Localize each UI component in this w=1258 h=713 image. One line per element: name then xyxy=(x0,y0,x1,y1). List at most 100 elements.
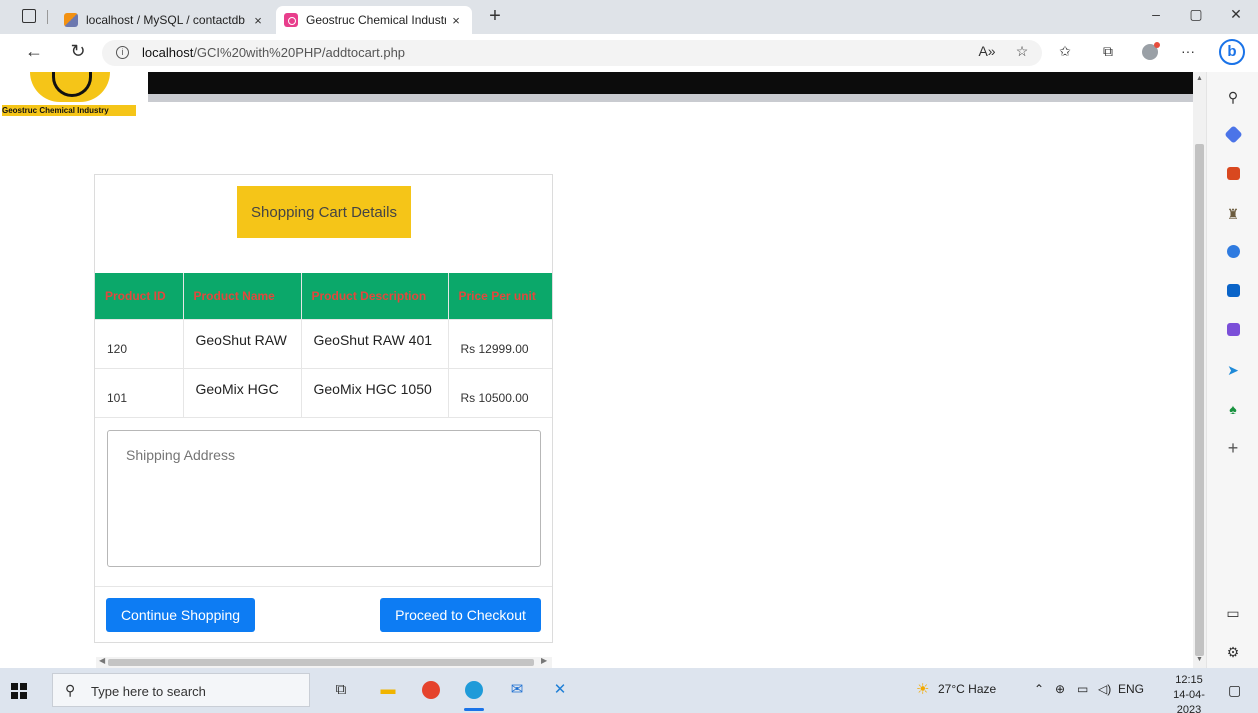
games-icon[interactable]: ♜ xyxy=(1224,205,1242,223)
phpmyadmin-favicon-icon xyxy=(64,13,78,27)
collections-icon[interactable]: ⧉ xyxy=(1097,43,1119,60)
panel-icon[interactable]: ▭ xyxy=(1224,604,1242,622)
cell-product-id: 101 xyxy=(95,367,184,417)
bing-chat-icon[interactable]: b xyxy=(1219,39,1245,65)
outlook-icon[interactable] xyxy=(1224,283,1242,301)
close-window-button[interactable]: ✕ xyxy=(1216,6,1256,23)
cell-price: Rs 10500.00 xyxy=(448,367,552,417)
new-tab-button[interactable]: + xyxy=(484,5,506,28)
divider xyxy=(95,586,552,587)
restore-button[interactable]: ▢ xyxy=(1176,6,1216,23)
weather-icon[interactable]: ☀ xyxy=(916,680,929,698)
scroll-down-icon[interactable]: ▼ xyxy=(1196,656,1203,663)
site-header-bar xyxy=(148,72,1193,94)
continue-shopping-button[interactable]: Continue Shopping xyxy=(106,598,255,632)
shipping-address-field[interactable] xyxy=(107,430,541,567)
task-view-icon[interactable]: ⧉ xyxy=(328,677,354,703)
taskbar-search-placeholder: Type here to search xyxy=(91,684,206,699)
vertical-scroll-thumb[interactable] xyxy=(1195,144,1204,656)
search-icon[interactable]: ⚲ xyxy=(1224,88,1242,106)
taskbar-search-box[interactable]: ⚲ Type here to search xyxy=(52,673,310,707)
cart-heading: Shopping Cart Details xyxy=(237,186,411,238)
site-header-strip xyxy=(148,94,1193,102)
site-favicon-icon xyxy=(284,13,298,27)
column-header-product-name: Product Name xyxy=(183,273,302,319)
cell-product-name: GeoShut RAW xyxy=(183,318,302,368)
volume-icon[interactable]: ◁) xyxy=(1098,682,1111,696)
weather-text[interactable]: 27°C Haze xyxy=(938,682,996,696)
settings-icon[interactable]: ⚙ xyxy=(1224,643,1242,661)
vertical-scrollbar[interactable]: ▲ ▼ xyxy=(1193,72,1206,668)
tab-close-icon[interactable]: × xyxy=(446,13,466,28)
designer-icon[interactable] xyxy=(1224,322,1242,340)
clock-date: 14-04-2023 xyxy=(1173,689,1205,713)
browser-tab-strip: localhost / MySQL / contactdb / × Geostr… xyxy=(0,0,1258,34)
tab-actions-icon[interactable] xyxy=(22,9,36,23)
more-menu-icon[interactable]: ··· xyxy=(1177,43,1199,59)
table-row: 120 GeoShut RAW GeoShut RAW 401 Rs 12999… xyxy=(95,318,552,368)
file-explorer-icon[interactable]: ▬ xyxy=(375,677,401,703)
chrome-icon[interactable] xyxy=(418,677,444,703)
tag-icon[interactable] xyxy=(1223,125,1243,145)
windows-start-icon[interactable] xyxy=(11,683,27,699)
office-icon[interactable] xyxy=(1224,244,1242,262)
tree-icon[interactable]: ♠ xyxy=(1224,400,1242,418)
mail-icon[interactable]: ✉ xyxy=(504,677,530,703)
address-bar[interactable]: i localhost/GCI%20with%20PHP/addtocart.p… xyxy=(102,40,1042,66)
briefcase-icon[interactable] xyxy=(1224,166,1242,184)
column-header-price: Price Per unit xyxy=(448,273,552,319)
url-text[interactable]: localhost/GCI%20with%20PHP/addtocart.php xyxy=(142,45,405,60)
divider xyxy=(95,417,552,418)
clock-time: 12:15 xyxy=(1175,674,1203,686)
proceed-to-checkout-button[interactable]: Proceed to Checkout xyxy=(380,598,541,632)
language-indicator[interactable]: ENG xyxy=(1118,682,1144,696)
profile-avatar[interactable] xyxy=(1142,42,1160,60)
url-host: localhost xyxy=(142,45,194,60)
scroll-up-icon[interactable]: ▲ xyxy=(1196,75,1203,82)
edge-icon[interactable] xyxy=(461,677,487,711)
edge-sidebar: ⚲ ♜ ➤ ♠ + ▭ ⚙ xyxy=(1206,72,1258,668)
notifications-icon[interactable]: ▢ xyxy=(1228,682,1241,699)
scroll-left-icon[interactable]: ◀ xyxy=(99,656,105,665)
battery-icon[interactable]: ▭ xyxy=(1077,682,1088,696)
tab-title: localhost / MySQL / contactdb / xyxy=(86,13,248,27)
tab-geostruc[interactable]: Geostruc Chemical Industry × xyxy=(276,6,472,34)
back-icon[interactable]: ← xyxy=(22,41,46,62)
horizontal-scrollbar[interactable]: ◀ ▶ xyxy=(96,656,552,668)
column-header-product-id: Product ID xyxy=(95,273,184,319)
show-hidden-icons-icon[interactable]: ⌃ xyxy=(1034,682,1044,696)
tab-title: Geostruc Chemical Industry xyxy=(306,13,446,27)
tab-separator xyxy=(47,10,48,24)
add-favorite-icon[interactable]: ☆ xyxy=(1011,43,1033,60)
scroll-right-icon[interactable]: ▶ xyxy=(541,656,547,665)
logo-mark-icon xyxy=(30,72,110,102)
column-header-product-description: Product Description xyxy=(301,273,449,319)
horizontal-scroll-thumb[interactable] xyxy=(108,659,534,666)
clock[interactable]: 12:15 14-04-2023 xyxy=(1166,673,1212,713)
site-info-icon[interactable]: i xyxy=(116,46,129,59)
shopping-cart-card: Shopping Cart Details Product ID Product… xyxy=(94,174,553,643)
tab-close-icon[interactable]: × xyxy=(248,13,268,28)
url-path: /GCI%20with%20PHP/addtocart.php xyxy=(193,45,406,60)
site-logo[interactable]: Geostruc Chemical Industry xyxy=(0,72,138,116)
vscode-icon[interactable]: ✕ xyxy=(547,677,573,703)
browser-toolbar: ← ↻ i localhost/GCI%20with%20PHP/addtoca… xyxy=(0,34,1258,72)
logo-text: Geostruc Chemical Industry xyxy=(2,105,136,116)
windows-taskbar: ⚲ Type here to search ⧉ ▬ ✉ ✕ ☀ 27°C Haz… xyxy=(0,668,1258,713)
refresh-icon[interactable]: ↻ xyxy=(66,41,90,62)
add-icon[interactable]: + xyxy=(1224,439,1242,457)
cell-product-name: GeoMix HGC xyxy=(183,367,302,417)
favorites-icon[interactable]: ✩ xyxy=(1054,43,1076,60)
cart-table: Product ID Product Name Product Descript… xyxy=(95,273,552,417)
cell-price: Rs 12999.00 xyxy=(448,318,552,368)
search-icon: ⚲ xyxy=(65,682,76,698)
send-icon[interactable]: ➤ xyxy=(1224,361,1242,379)
cell-product-description: GeoMix HGC 1050 xyxy=(301,367,449,417)
read-aloud-icon[interactable]: A» xyxy=(976,43,998,59)
minimize-button[interactable]: – xyxy=(1136,6,1176,22)
network-icon[interactable]: ⊕ xyxy=(1055,682,1065,696)
tab-phpmyadmin[interactable]: localhost / MySQL / contactdb / × xyxy=(56,6,274,34)
table-row: 101 GeoMix HGC GeoMix HGC 1050 Rs 10500.… xyxy=(95,367,552,417)
page-viewport: Geostruc Chemical Industry Shopping Cart… xyxy=(0,72,1193,668)
cell-product-description: GeoShut RAW 401 xyxy=(301,318,449,368)
